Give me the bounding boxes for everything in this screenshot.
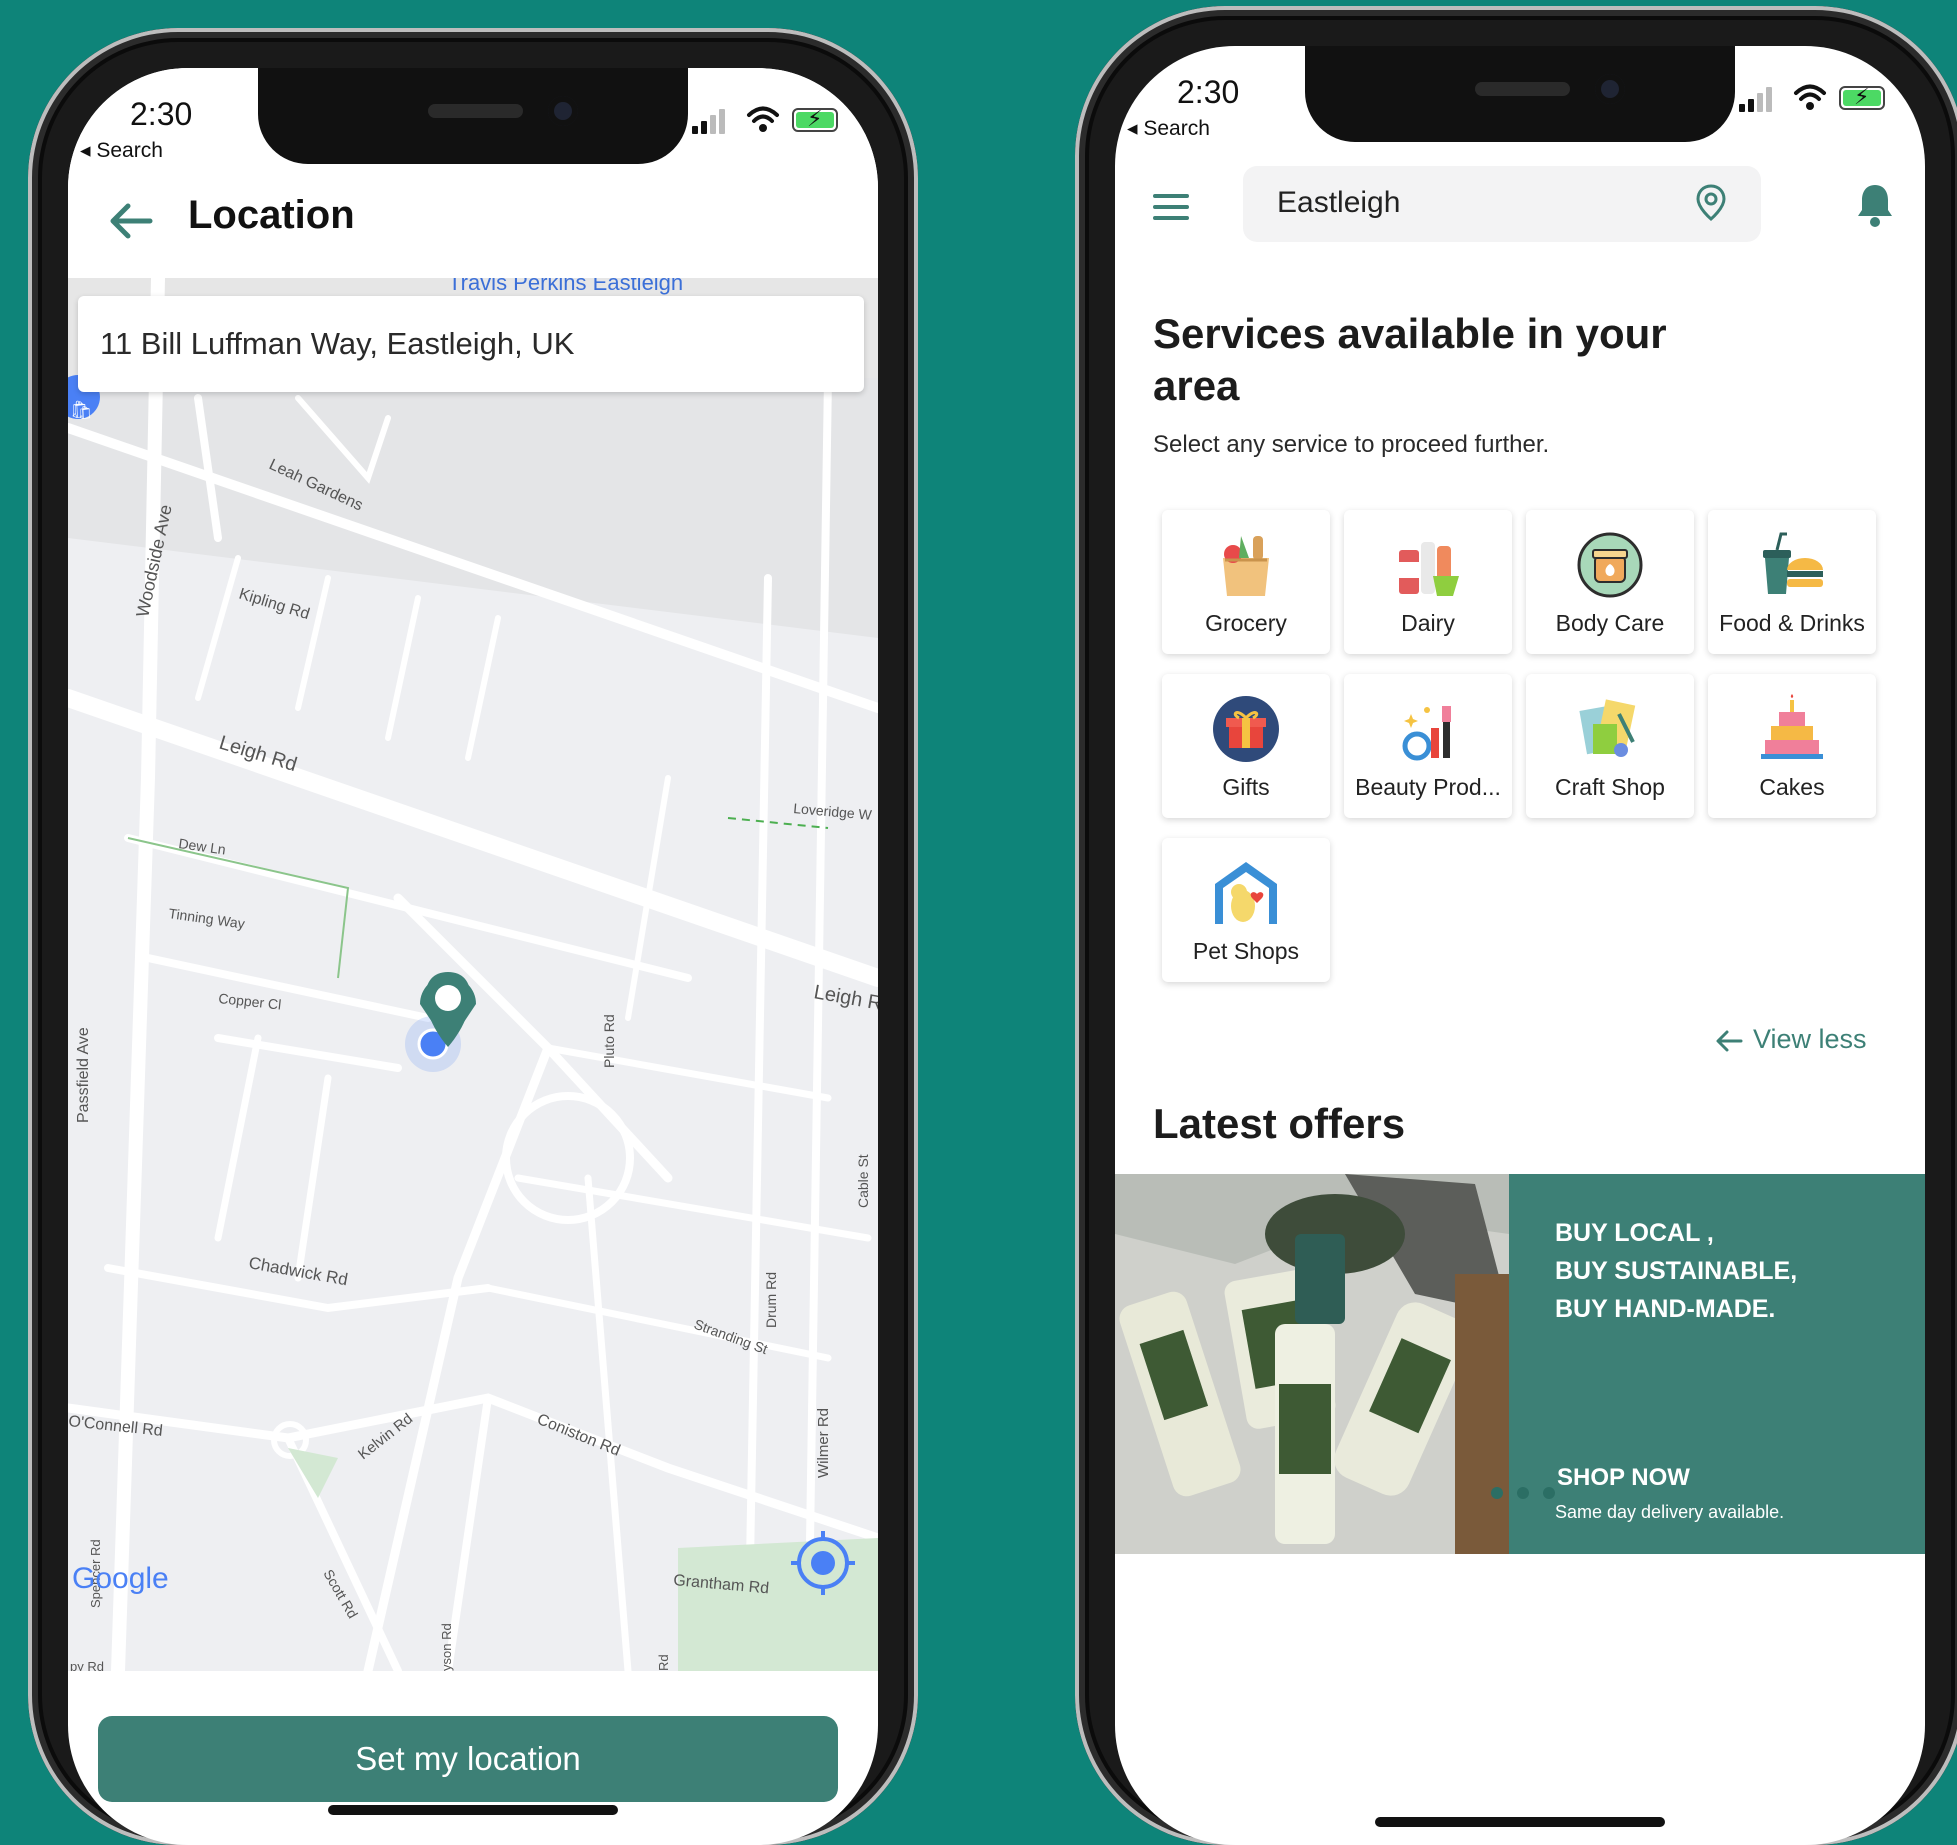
view-less-link[interactable]: View less <box>1715 1024 1867 1055</box>
signal-bar <box>719 109 725 134</box>
service-label: Beauty Prod... <box>1355 774 1501 800</box>
signal-bar <box>1766 87 1772 112</box>
arrow-left-icon <box>1716 1030 1743 1052</box>
signal-bar <box>1748 99 1754 112</box>
service-tile-gifts[interactable]: Gifts <box>1162 674 1330 818</box>
street-label: Cable St <box>855 1154 871 1208</box>
set-location-button[interactable]: Set my location <box>98 1716 838 1802</box>
wifi-icon <box>1794 84 1826 110</box>
pet-house-icon <box>1215 862 1277 924</box>
carousel-dot[interactable] <box>1517 1487 1529 1499</box>
status-back-link[interactable]: ◂ Search <box>1127 116 1210 141</box>
gift-box-icon <box>1213 696 1279 762</box>
services-screen: 2:30 ◂ Search ⚡ Eastleigh Services avail… <box>1115 46 1925 1845</box>
food-drinks-icon <box>1763 532 1823 594</box>
phone-notch <box>1305 46 1735 142</box>
service-label: Craft Shop <box>1555 774 1665 800</box>
signal-bar <box>701 121 707 134</box>
address-field[interactable]: 11 Bill Luffman Way, Eastleigh, UK <box>78 296 864 392</box>
service-label: Food & Drinks <box>1719 610 1865 636</box>
hamburger-menu-icon[interactable] <box>1153 194 1189 224</box>
service-label: Gifts <box>1222 774 1270 800</box>
street-label: yson Rd <box>439 1623 454 1671</box>
banner-line: BUY SUSTAINABLE, <box>1555 1257 1798 1285</box>
view-less-label: View less <box>1753 1024 1867 1054</box>
craft-supplies-icon <box>1579 699 1636 757</box>
service-tile-grocery[interactable]: Grocery <box>1162 510 1330 654</box>
map-view[interactable]: Travis Perkins Eastleigh Leah Gardens Wo… <box>68 278 878 1671</box>
body-care-jar-icon <box>1577 532 1643 598</box>
service-label: Body Care <box>1555 610 1665 636</box>
service-label: Pet Shops <box>1192 938 1300 964</box>
banner-headline: BUY LOCAL , BUY SUSTAINABLE, BUY HAND-MA… <box>1555 1214 1895 1328</box>
back-arrow-icon[interactable] <box>106 196 156 246</box>
svg-text:🛍: 🛍 <box>70 400 93 420</box>
status-time: 2:30 <box>1177 74 1240 110</box>
banner-line: BUY HAND-MADE. <box>1555 1295 1776 1323</box>
beauty-products-icon <box>1402 706 1451 761</box>
street-label: Drum Rd <box>763 1272 779 1328</box>
street-label: Pluto Rd <box>601 1014 617 1068</box>
status-time: 2:30 <box>130 96 193 132</box>
service-label: Grocery <box>1205 610 1287 636</box>
google-logo: Google <box>72 1562 169 1595</box>
bell-icon[interactable] <box>1855 182 1895 228</box>
map-roads: Travis Perkins Eastleigh Leah Gardens Wo… <box>68 278 878 1671</box>
service-tile-beauty-products[interactable]: Beauty Prod... <box>1344 674 1512 818</box>
phone-notch <box>258 68 688 164</box>
grocery-bag-icon <box>1223 536 1269 596</box>
service-label: Cakes <box>1759 774 1825 800</box>
status-back-link[interactable]: ◂ Search <box>80 138 163 163</box>
phone-frame-left: 2:30 ◂ Search ⚡ Location Travis Perkins … <box>28 28 918 1845</box>
cake-icon <box>1761 694 1823 759</box>
street-label: Travis Perkins Eastleigh <box>448 278 683 295</box>
signal-icon <box>1739 104 1745 112</box>
services-heading: Services available in your area <box>1153 310 1667 409</box>
banner-line: BUY LOCAL , <box>1555 1219 1714 1247</box>
service-tile-cakes[interactable]: Cakes <box>1708 674 1876 818</box>
service-tile-craft-shop[interactable]: Craft Shop <box>1526 674 1694 818</box>
battery-icon: ⚡ <box>1839 85 1885 110</box>
page-title: Location <box>188 193 355 237</box>
status-icons: ⚡ <box>1739 84 1889 112</box>
battery-icon: ⚡ <box>792 107 838 132</box>
location-search-field[interactable]: Eastleigh <box>1243 166 1761 242</box>
service-tile-dairy[interactable]: Dairy <box>1344 510 1512 654</box>
offers-title: Latest offers <box>1153 1100 1406 1147</box>
offer-banner[interactable]: BUY LOCAL , BUY SUSTAINABLE, BUY HAND-MA… <box>1115 1174 1925 1554</box>
home-indicator <box>1375 1817 1665 1827</box>
location-screen: 2:30 ◂ Search ⚡ Location Travis Perkins … <box>68 68 878 1845</box>
signal-bar <box>1757 93 1763 112</box>
signal-bar <box>710 115 716 134</box>
service-tile-body-care[interactable]: Body Care <box>1526 510 1694 654</box>
street-label: py Rd <box>70 1659 104 1671</box>
street-label: Rd <box>656 1654 671 1671</box>
status-icons: ⚡ <box>692 106 842 134</box>
home-indicator <box>328 1805 618 1815</box>
shop-now-link[interactable]: SHOP NOW <box>1557 1464 1690 1492</box>
offer-product-photo <box>1115 1174 1509 1554</box>
service-tile-pet-shops[interactable]: Pet Shops <box>1162 838 1330 982</box>
dairy-bottles-icon <box>1399 542 1459 596</box>
carousel-dot[interactable] <box>1491 1487 1503 1499</box>
street-label: Wilmer Rd <box>815 1408 832 1478</box>
carousel-dot[interactable] <box>1543 1487 1555 1499</box>
signal-icon <box>692 126 698 134</box>
service-label: Dairy <box>1401 610 1455 636</box>
search-value: Eastleigh <box>1277 186 1401 219</box>
service-tile-food-drinks[interactable]: Food & Drinks <box>1708 510 1876 654</box>
map-pin-icon[interactable] <box>1695 184 1727 222</box>
phone-frame-right: 2:30 ◂ Search ⚡ Eastleigh Services avail… <box>1075 6 1957 1845</box>
delivery-note: Same day delivery available. <box>1555 1502 1785 1522</box>
services-subtitle: Select any service to proceed further. <box>1153 431 1550 458</box>
street-label: Passfield Ave <box>75 1027 92 1123</box>
wifi-icon <box>747 106 779 132</box>
